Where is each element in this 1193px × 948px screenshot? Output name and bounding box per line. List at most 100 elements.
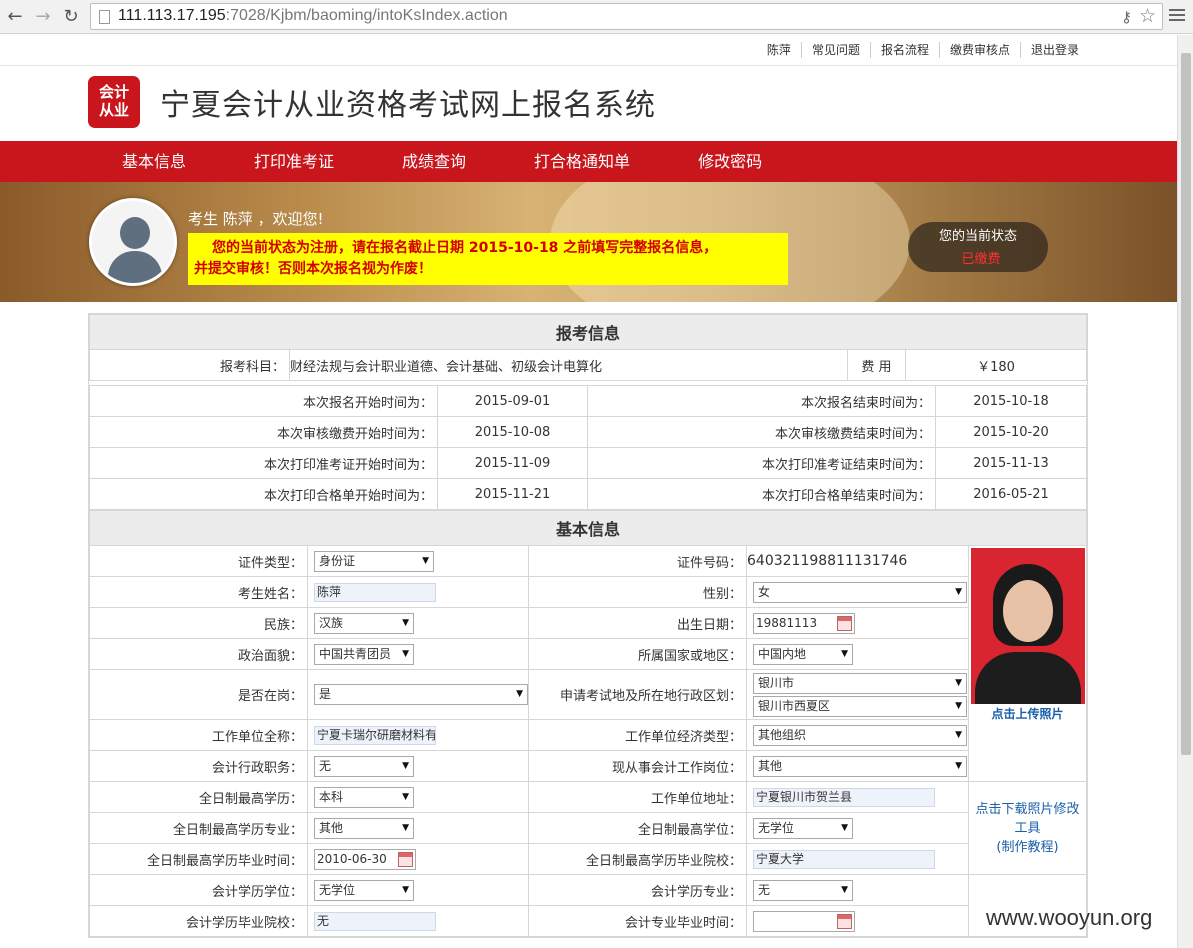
address-input[interactable]: 宁夏银川市贺兰县 — [753, 787, 935, 807]
schedule-label: 本次打印合格单结束时间为： — [587, 478, 936, 510]
calendar-icon[interactable] — [398, 851, 413, 867]
schedule-label: 本次打印准考证结束时间为： — [587, 447, 936, 479]
schedule-value: 2015-11-13 — [935, 447, 1087, 479]
edu-select[interactable]: 本科 — [314, 786, 414, 808]
acc-degree-label: 会计学历学位： — [89, 874, 308, 906]
id-type-select[interactable]: 身份证 — [314, 550, 434, 572]
schedule-table: 本次报名开始时间为： 2015-09-01 本次报名结束时间为： 2015-10… — [89, 385, 1087, 510]
page-icon — [99, 10, 110, 24]
toplink-user[interactable]: 陈萍 — [757, 42, 801, 58]
schedule-value: 2015-09-01 — [437, 385, 588, 417]
edu-label: 全日制最高学历： — [89, 781, 308, 813]
scrollbar-thumb[interactable] — [1181, 53, 1191, 755]
schedule-label: 本次审核缴费开始时间为： — [89, 416, 438, 448]
onduty-select[interactable]: 是 — [314, 684, 528, 705]
current-status-box: 您的当前状态 已缴费 — [908, 222, 1048, 272]
id-type-label: 证件类型： — [89, 545, 308, 577]
key-icon[interactable]: ⚷ — [1121, 8, 1132, 26]
welcome-banner: 考生 陈萍 ，欢迎您! 您的当前状态为注册，请在报名截止日期 2015-10-1… — [0, 182, 1177, 302]
fee-value: ￥180 — [905, 349, 1087, 381]
download-tool-link[interactable]: 点击下载照片修改 工具 (制作教程) — [969, 800, 1086, 857]
nav-change-password[interactable]: 修改密码 — [664, 141, 796, 182]
political-select[interactable]: 中国共青团员 — [314, 643, 414, 665]
schedule-value: 2015-10-18 — [935, 385, 1087, 417]
acc-grad-input[interactable] — [753, 910, 855, 932]
exam-info-table: 报考信息 报考科目： 财经法规与会计职业道德、会计基础、初级会计电算化 费 用 … — [89, 314, 1087, 381]
onduty-label: 是否在岗： — [89, 669, 308, 720]
major-select[interactable]: 其他 — [314, 817, 414, 839]
grad-time-input[interactable]: 2010-06-30 — [314, 848, 416, 870]
name-label: 考生姓名： — [89, 576, 308, 608]
avatar — [89, 198, 177, 286]
name-input[interactable]: 陈萍 — [314, 582, 436, 602]
basic-section-title: 基本信息 — [89, 510, 1087, 546]
political-label: 政治面貌： — [89, 638, 308, 670]
major-label: 全日制最高学历专业： — [89, 812, 308, 844]
schedule-label: 本次报名结束时间为： — [587, 385, 936, 417]
back-icon[interactable]: ← — [4, 6, 26, 28]
degree-select[interactable]: 无学位 — [753, 817, 853, 839]
admin-post-select[interactable]: 无 — [314, 755, 414, 777]
region-select[interactable]: 中国内地 — [753, 643, 853, 665]
vertical-scrollbar[interactable] — [1177, 35, 1193, 948]
region-label: 所属国家或地区： — [528, 638, 747, 670]
menu-icon[interactable] — [1169, 9, 1185, 24]
top-links-bar: 陈萍 常见问题 报名流程 缴费审核点 退出登录 — [0, 35, 1177, 66]
acc-degree-select[interactable]: 无学位 — [314, 879, 414, 901]
school-input[interactable]: 宁夏大学 — [753, 849, 935, 869]
ethnic-label: 民族： — [89, 607, 308, 639]
acc-major-label: 会计学历专业： — [528, 874, 747, 906]
exam-area-label: 申请考试地及所在地行政区划： — [528, 669, 747, 720]
employer-input[interactable]: 宁夏卡瑞尔研磨材料有 — [314, 725, 436, 745]
forward-icon[interactable]: → — [32, 6, 54, 28]
fee-label: 费 用 — [847, 349, 906, 381]
birth-label: 出生日期： — [528, 607, 747, 639]
calendar-icon[interactable] — [837, 615, 852, 631]
site-logo: 会计 从业 — [88, 76, 140, 128]
schedule-value: 2015-10-08 — [437, 416, 588, 448]
address-bar[interactable]: 111.113.17.195:7028/Kjbm/baoming/intoKsI… — [90, 3, 1163, 30]
current-post-label: 现从事会计工作岗位： — [528, 750, 747, 782]
subject-value: 财经法规与会计职业道德、会计基础、初级会计电算化 — [289, 349, 848, 381]
id-no-label: 证件号码： — [528, 545, 747, 577]
exam-district-select[interactable]: 银川市西夏区 — [753, 695, 967, 717]
subject-label: 报考科目： — [89, 349, 290, 381]
schedule-label: 本次审核缴费结束时间为： — [587, 416, 936, 448]
reload-icon[interactable]: ↻ — [60, 6, 82, 28]
acc-major-select[interactable]: 无 — [753, 879, 853, 901]
gender-select[interactable]: 女 — [753, 581, 967, 603]
degree-label: 全日制最高学位： — [528, 812, 747, 844]
acc-grad-label: 会计专业毕业时间： — [528, 905, 747, 937]
download-tool-cell: 点击下载照片修改 工具 (制作教程) — [968, 781, 1087, 875]
current-post-select[interactable]: 其他 — [753, 755, 967, 777]
basic-info-table: 基本信息 证件类型： 身份证 证件号码： 640321198811131746 … — [89, 510, 1087, 937]
nav-print-admission[interactable]: 打印准考证 — [220, 141, 368, 182]
photo-cell: 点击上传照片 — [968, 545, 1087, 782]
bookmark-star-icon[interactable]: ☆ — [1139, 5, 1156, 27]
site-title: 宁夏会计从业资格考试网上报名系统 — [160, 88, 656, 123]
employer-type-label: 工作单位经济类型： — [528, 719, 747, 751]
ethnic-select[interactable]: 汉族 — [314, 612, 414, 634]
nav-score-query[interactable]: 成绩查询 — [368, 141, 500, 182]
upload-photo-link[interactable]: 点击上传照片 — [969, 705, 1086, 722]
main-content: 报考信息 报考科目： 财经法规与会计职业道德、会计基础、初级会计电算化 费 用 … — [88, 313, 1088, 938]
toplink-faq[interactable]: 常见问题 — [800, 42, 870, 58]
schedule-value: 2016-05-21 — [935, 478, 1087, 510]
admin-post-label: 会计行政职务： — [89, 750, 308, 782]
toplink-logout[interactable]: 退出登录 — [1019, 42, 1089, 58]
toplink-payment-points[interactable]: 缴费审核点 — [938, 42, 1020, 58]
id-no-value: 640321198811131746 — [746, 545, 969, 577]
gender-label: 性别： — [528, 576, 747, 608]
school-label: 全日制最高学历毕业院校： — [528, 843, 747, 875]
toplink-process[interactable]: 报名流程 — [869, 42, 939, 58]
schedule-value: 2015-11-09 — [437, 447, 588, 479]
exam-city-select[interactable]: 银川市 — [753, 672, 967, 694]
nav-print-certificate[interactable]: 打合格通知单 — [500, 141, 664, 182]
acc-school-input[interactable]: 无 — [314, 911, 436, 931]
schedule-value: 2015-10-20 — [935, 416, 1087, 448]
schedule-label: 本次打印合格单开始时间为： — [89, 478, 438, 510]
employer-type-select[interactable]: 其他组织 — [753, 724, 967, 746]
nav-basic-info[interactable]: 基本信息 — [88, 141, 220, 182]
birth-date-input[interactable]: 19881113 — [753, 612, 855, 634]
calendar-icon[interactable] — [837, 913, 852, 929]
